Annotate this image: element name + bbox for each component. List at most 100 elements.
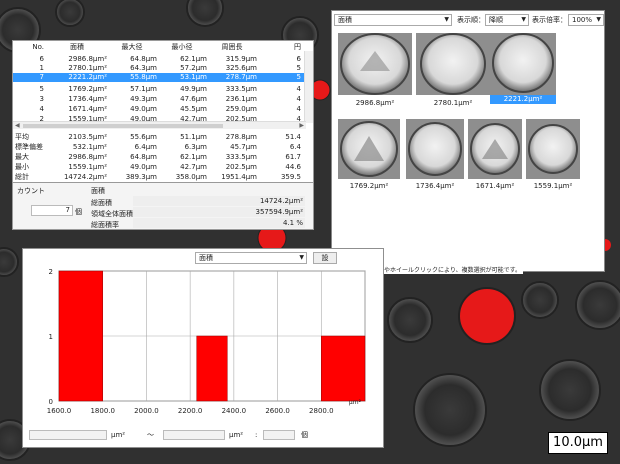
- summary-area: 14724.2μm²: [63, 173, 107, 181]
- x-tick-label: 2200.0: [178, 407, 203, 415]
- summary-row-total: 総計 14724.2μm² 389.3μm 358.0μm 1951.4μm 3…: [13, 173, 313, 182]
- cell-circularity: 4: [296, 95, 301, 103]
- total-area-label: 総面積: [91, 199, 112, 207]
- cell-min: 53.1μm: [180, 73, 207, 81]
- summary-max: 6.4μm: [134, 143, 157, 151]
- cell-min: 47.6μm: [180, 95, 207, 103]
- col-header-no[interactable]: No.: [13, 43, 47, 52]
- x-tick-label: 2400.0: [222, 407, 247, 415]
- histogram-bar: [321, 335, 366, 402]
- cell-perimeter: 325.6μm: [225, 64, 257, 72]
- cell-thumbnail[interactable]: [526, 119, 580, 179]
- y-tick-label: 0: [49, 398, 53, 406]
- table-vertical-scrollbar[interactable]: [304, 51, 313, 123]
- summary-min: 62.1μm: [180, 153, 207, 161]
- summary-min: 6.3μm: [184, 143, 207, 151]
- table-row[interactable]: 1 2780.1μm² 64.3μm 57.2μm 325.6μm 5: [13, 64, 313, 73]
- cell-perimeter: 236.1μm: [225, 95, 257, 103]
- summary-label: 最大: [15, 153, 29, 161]
- cell-max: 64.3μm: [130, 64, 157, 72]
- total-area-field: 14724.2μm²: [133, 196, 305, 206]
- summary-max: 389.3μm: [125, 173, 157, 181]
- region-area-field: 357594.9μm²: [133, 207, 305, 217]
- table-row[interactable]: 3 1736.4μm² 49.3μm 47.6μm 236.1μm 4: [13, 95, 313, 104]
- cell-thumbnail[interactable]: [406, 119, 464, 179]
- summary-area: 532.1μm²: [72, 143, 107, 151]
- histogram-chart: 0 1 2 1600.0 1800.0 2000.0 2200.0 2400.0 2600.0 2…: [47, 268, 366, 415]
- histogram-settings-button[interactable]: 設: [313, 252, 337, 264]
- cell-thumbnail[interactable]: [468, 119, 522, 179]
- col-header-circularity[interactable]: 円: [257, 43, 303, 52]
- summary-circularity: 44.6: [285, 163, 301, 171]
- area-ratio-value: 4.1: [282, 219, 295, 227]
- x-tick-label: 1600.0: [47, 407, 72, 415]
- table-row[interactable]: 4 1671.4μm² 49.0μm 45.5μm 259.0μm 4: [13, 105, 313, 114]
- cell-thumbnail[interactable]: [338, 33, 412, 95]
- range-min-field[interactable]: [29, 430, 107, 440]
- scroll-thumb[interactable]: [23, 124, 223, 128]
- summary-min: 358.0μm: [175, 173, 207, 181]
- summary-perimeter: 278.8μm: [225, 133, 257, 141]
- cell-thumbnail[interactable]: [416, 33, 490, 95]
- scroll-right-icon[interactable]: ▶: [299, 122, 304, 129]
- range-colon: :: [255, 431, 258, 439]
- histogram-bar: [196, 335, 228, 402]
- thumbnail-caption: 1671.4μm²: [475, 182, 515, 190]
- table-row[interactable]: 6 2986.8μm² 64.8μm 62.1μm 315.9μm 6: [13, 55, 313, 64]
- summary-row-stddev: 標準偏差 532.1μm² 6.4μm 6.3μm 45.7μm 6.4: [13, 143, 313, 152]
- thumbnail-window: 面積 ▼ 表示順： 降順 ▼ 表示倍率： 100% ▼ 2986.8μm² 27…: [331, 10, 605, 272]
- region-area-label: 領域全体面積: [91, 210, 133, 218]
- summary-row-mean: 平均 2103.5μm² 55.6μm 51.1μm 278.8μm 51.4: [13, 133, 313, 142]
- range-count-unit: 個: [301, 431, 308, 439]
- col-header-max-diameter[interactable]: 最大径: [107, 43, 157, 52]
- count-unit: 個: [75, 208, 82, 216]
- summary-label: 標準偏差: [15, 143, 43, 151]
- thumbnail-caption: 1736.4μm²: [415, 182, 455, 190]
- range-tilde: ～: [147, 431, 154, 439]
- range-count-field[interactable]: [263, 430, 295, 440]
- measurement-table-window: No. 面積 最大径 最小径 周囲長 円 6 2986.8μm² 64.8μm …: [12, 40, 314, 230]
- thumbnail-images[interactable]: [332, 11, 606, 271]
- scale-bar-label: 10.0μm: [548, 432, 608, 454]
- cell-no: 4: [39, 105, 44, 113]
- cell-thumbnail[interactable]: [338, 119, 400, 179]
- cell-circularity: 4: [296, 85, 301, 93]
- summary-circularity: 6.4: [289, 143, 301, 151]
- table-row[interactable]: 5 1769.2μm² 57.1μm 49.9μm 333.5μm 4: [13, 85, 313, 94]
- y-tick-label: 1: [49, 333, 53, 341]
- scroll-left-icon[interactable]: ◀: [15, 122, 20, 129]
- cell-no: 3: [39, 95, 44, 103]
- summary-circularity: 61.7: [285, 153, 301, 161]
- cell-max: 64.8μm: [130, 55, 157, 63]
- histogram-measure-select[interactable]: 面積 ▼: [195, 252, 307, 264]
- range-max-field[interactable]: [163, 430, 225, 440]
- area-header: 面積: [91, 187, 105, 195]
- cell-min: 62.1μm: [180, 55, 207, 63]
- cell-thumbnail[interactable]: [490, 33, 556, 95]
- region-area-value: 357594.9μm²: [255, 208, 303, 216]
- cell-max: 57.1μm: [130, 85, 157, 93]
- cell-area: 2780.1μm²: [68, 64, 107, 72]
- cell-no: 7: [39, 73, 44, 81]
- cell-perimeter: 278.7μm: [225, 73, 257, 81]
- col-header-area[interactable]: 面積: [47, 43, 107, 52]
- chevron-down-icon: ▼: [299, 254, 304, 261]
- cell-circularity: 4: [296, 105, 301, 113]
- cell-perimeter: 259.0μm: [225, 105, 257, 113]
- cell-max: 49.0μm: [130, 105, 157, 113]
- cell-circularity: 6: [296, 55, 301, 63]
- range-min-unit: μm²: [111, 431, 126, 439]
- col-header-min-diameter[interactable]: 最小径: [157, 43, 207, 52]
- cell-area: 1769.2μm²: [68, 85, 107, 93]
- count-panel: カウント 7 個 面積 総面積 14724.2μm² 領域全体面積 357594…: [13, 182, 313, 229]
- table-header-row: No. 面積 最大径 最小径 周囲長 円: [13, 43, 313, 52]
- cell-min: 49.9μm: [180, 85, 207, 93]
- cell-max: 49.3μm: [130, 95, 157, 103]
- thumbnail-caption: 1559.1μm²: [533, 182, 573, 190]
- col-header-perimeter[interactable]: 周囲長: [207, 43, 257, 52]
- table-row-selected[interactable]: 7 2221.2μm² 55.8μm 53.1μm 278.7μm 5: [13, 73, 313, 82]
- summary-perimeter: 1951.4μm: [221, 173, 257, 181]
- table-horizontal-scrollbar[interactable]: ◀ ▶: [13, 121, 306, 129]
- x-tick-label: 1800.0: [90, 407, 115, 415]
- total-area-value: 14724.2μm²: [259, 197, 303, 205]
